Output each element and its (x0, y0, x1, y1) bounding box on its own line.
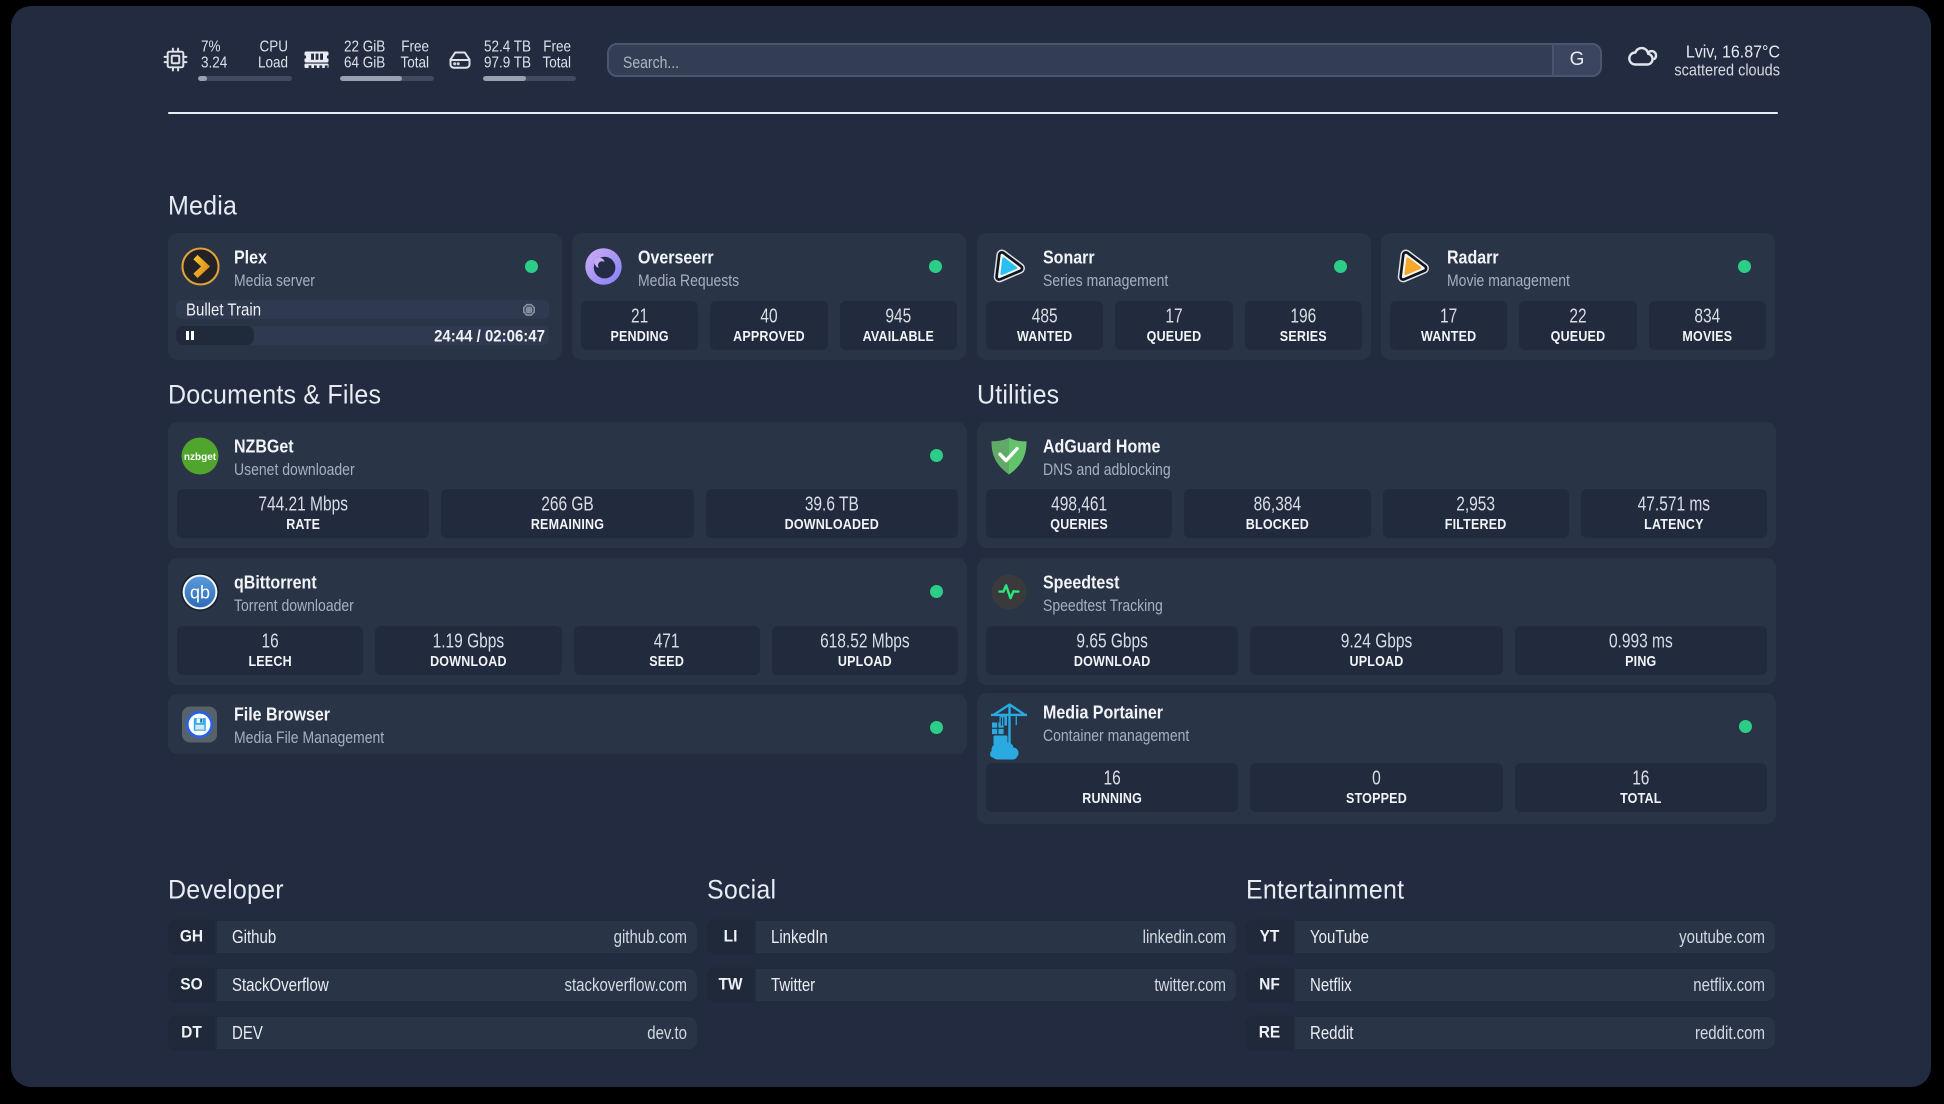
svg-text:qb: qb (190, 583, 210, 603)
svg-text:nzbget: nzbget (184, 452, 217, 463)
